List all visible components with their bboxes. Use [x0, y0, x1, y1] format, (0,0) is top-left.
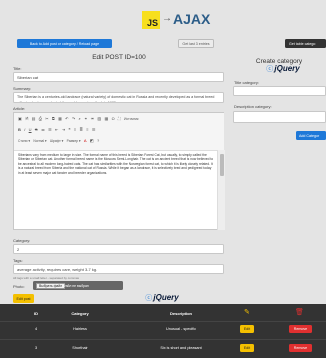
bullet-list-icon[interactable]: ☰	[48, 127, 52, 132]
italic-icon[interactable]: I	[24, 127, 25, 132]
justify-icon[interactable]: ☰	[92, 127, 96, 132]
photo-file-input[interactable]: Выбрать файл Файл не выбран	[33, 281, 123, 290]
tags-input[interactable]: average activity, requires care, weight …	[13, 264, 224, 274]
format-select[interactable]: Normal ▾	[33, 139, 46, 143]
strike-icon[interactable]: S	[35, 127, 38, 132]
row-divider	[0, 339, 326, 340]
get-table-categories-button[interactable]: Get table catego	[285, 39, 326, 48]
jquery-logo: ⓒ jQuery	[266, 64, 300, 73]
indent-icon[interactable]: ⇥	[62, 127, 65, 132]
font-select[interactable]: Шрифт ▾	[50, 139, 63, 143]
title-category-label: Title category:	[234, 80, 259, 85]
article-editor[interactable]: ▣ 🗎 ▤ ⎙ ✂ ⧉ ▦ ↶ ↷ ⌕ ⚭ ⚮ ▨ ▦ Ω ⛶ Источник…	[13, 112, 225, 230]
help-icon[interactable]: ?	[97, 138, 99, 143]
editor-toolbar: ▣ 🗎 ▤ ⎙ ✂ ⧉ ▦ ↶ ↷ ⌕ ⚭ ⚮ ▨ ▦ Ω ⛶ Источник…	[14, 113, 224, 151]
undo-icon[interactable]: ↶	[65, 116, 68, 121]
summary-textarea[interactable]: The Siberian is a centuries-old landrace…	[13, 92, 224, 103]
editor-scrollbar-thumb[interactable]	[219, 154, 224, 176]
image-icon[interactable]: ▨	[97, 116, 101, 121]
file-status: Файл не выбран	[63, 283, 89, 288]
special-char-icon[interactable]: Ω	[112, 116, 115, 121]
numbered-list-icon[interactable]: ≔	[41, 127, 45, 132]
new-page-icon[interactable]: ▤	[32, 116, 36, 121]
header-description: Description	[169, 311, 192, 316]
save-icon[interactable]: 🗎	[25, 116, 28, 123]
align-center-icon[interactable]: ≣	[80, 127, 83, 132]
add-category-button[interactable]: Add Categor	[296, 131, 326, 140]
unlink-icon[interactable]: ⚮	[91, 116, 94, 121]
post-title-input[interactable]: Siberian cat	[13, 72, 224, 82]
edit-category-button[interactable]: Edit	[240, 344, 254, 352]
row-category: Hairless	[73, 327, 87, 331]
row-id: 4	[34, 327, 38, 331]
edit-category-button[interactable]: Edit	[240, 325, 254, 333]
row-description: Unusual - specific	[166, 327, 196, 331]
category-title-input[interactable]	[233, 86, 326, 96]
preview-icon[interactable]: ⎙	[39, 116, 42, 121]
title-label: Title:	[13, 66, 22, 71]
category-label: Category:	[13, 238, 31, 243]
row-divider	[0, 321, 326, 322]
table-jquery-logo: ⓒ jQuery	[145, 293, 179, 302]
ajax-logo-text: AJAX	[173, 11, 211, 27]
table-row: 3 Shorthair Six is short and pleasant Ed…	[0, 343, 326, 355]
row-category: Shorthair	[72, 346, 88, 350]
bold-icon[interactable]: B	[18, 127, 21, 132]
find-icon[interactable]: ⌕	[79, 116, 81, 121]
styles-select[interactable]: Стили ▾	[18, 139, 30, 143]
size-select[interactable]: Размер ▾	[67, 139, 81, 143]
align-left-icon[interactable]: ≡	[74, 127, 76, 132]
tags-hint: All tags with a small letter - separated…	[13, 276, 80, 280]
editor-toolbar-row-1: ▣ 🗎 ▤ ⎙ ✂ ⧉ ▦ ↶ ↷ ⌕ ⚭ ⚮ ▨ ▦ Ω ⛶ Источник	[18, 116, 141, 123]
category-input[interactable]: 2	[13, 244, 224, 254]
link-icon[interactable]: ⚭	[84, 116, 87, 121]
get-last-entries-button[interactable]: Get last 3 entries	[178, 39, 214, 48]
header-id: ID	[34, 311, 38, 316]
arrow-right-icon: →	[162, 13, 172, 24]
table-row: 4 Hairless Unusual - specific Edit Remov…	[0, 324, 326, 336]
maximize-icon[interactable]: ⛶	[118, 116, 121, 121]
cut-icon[interactable]: ✂	[45, 116, 48, 121]
trash-icon: 🗑	[295, 309, 304, 316]
summary-label: Summary:	[13, 86, 32, 91]
photo-label: Photo:	[13, 284, 25, 289]
editor-toolbar-row-2: B I U S ≔ ☰ ⇤ ⇥ ❝ ≡ ≣ ≡ ☰	[18, 127, 98, 132]
underline-icon[interactable]: U	[29, 127, 32, 132]
paste-icon[interactable]: ▦	[58, 116, 62, 121]
choose-file-button[interactable]: Выбрать файл	[36, 282, 66, 289]
remove-category-button[interactable]: Remove	[289, 344, 312, 352]
jquery-swirl-icon: ⓒ	[266, 66, 274, 73]
editor-scrollbar[interactable]	[217, 150, 225, 230]
source-button[interactable]: Источник	[124, 117, 138, 121]
blockquote-icon[interactable]: ❝	[68, 127, 70, 132]
text-color-icon[interactable]: A	[84, 138, 87, 143]
tags-label: Tags:	[13, 258, 23, 263]
article-label: Article:	[13, 106, 26, 111]
back-reload-button[interactable]: Back to Add post or category / Reload pa…	[17, 39, 112, 48]
pencil-icon: ✎	[244, 309, 250, 316]
copy-icon[interactable]: ⧉	[52, 116, 55, 121]
edit-post-button[interactable]: Edit post	[13, 294, 34, 303]
article-content[interactable]: Siberians vary from medium to large in s…	[18, 153, 214, 227]
row-description: Six is short and pleasant	[160, 346, 202, 350]
jquery-swirl-icon: ⓒ	[145, 295, 153, 302]
row-id: 3	[34, 346, 38, 350]
header-category: Category	[71, 311, 89, 316]
bg-color-icon[interactable]: ◩	[90, 138, 94, 143]
remove-category-button[interactable]: Remove	[289, 325, 312, 333]
category-description-input[interactable]	[233, 111, 326, 123]
description-category-label: Description category:	[234, 104, 272, 109]
editor-toolbar-row-3: Стили ▾ Normal ▾ Шрифт ▾ Размер ▾ A ◩ ?	[18, 138, 101, 143]
redo-icon[interactable]: ↷	[72, 116, 75, 121]
edit-post-title: Edit POST ID=100	[92, 54, 146, 61]
outdent-icon[interactable]: ⇤	[55, 127, 58, 132]
table-icon[interactable]: ▦	[105, 116, 109, 121]
source-icon[interactable]: ▣	[18, 116, 22, 121]
align-right-icon[interactable]: ≡	[86, 127, 88, 132]
category-table: ID Category Description ✎ 🗑 4 Hairless U…	[0, 304, 326, 358]
js-ajax-logo: JS → AJAX	[128, 7, 210, 31]
js-logo-icon: JS	[142, 11, 160, 29]
